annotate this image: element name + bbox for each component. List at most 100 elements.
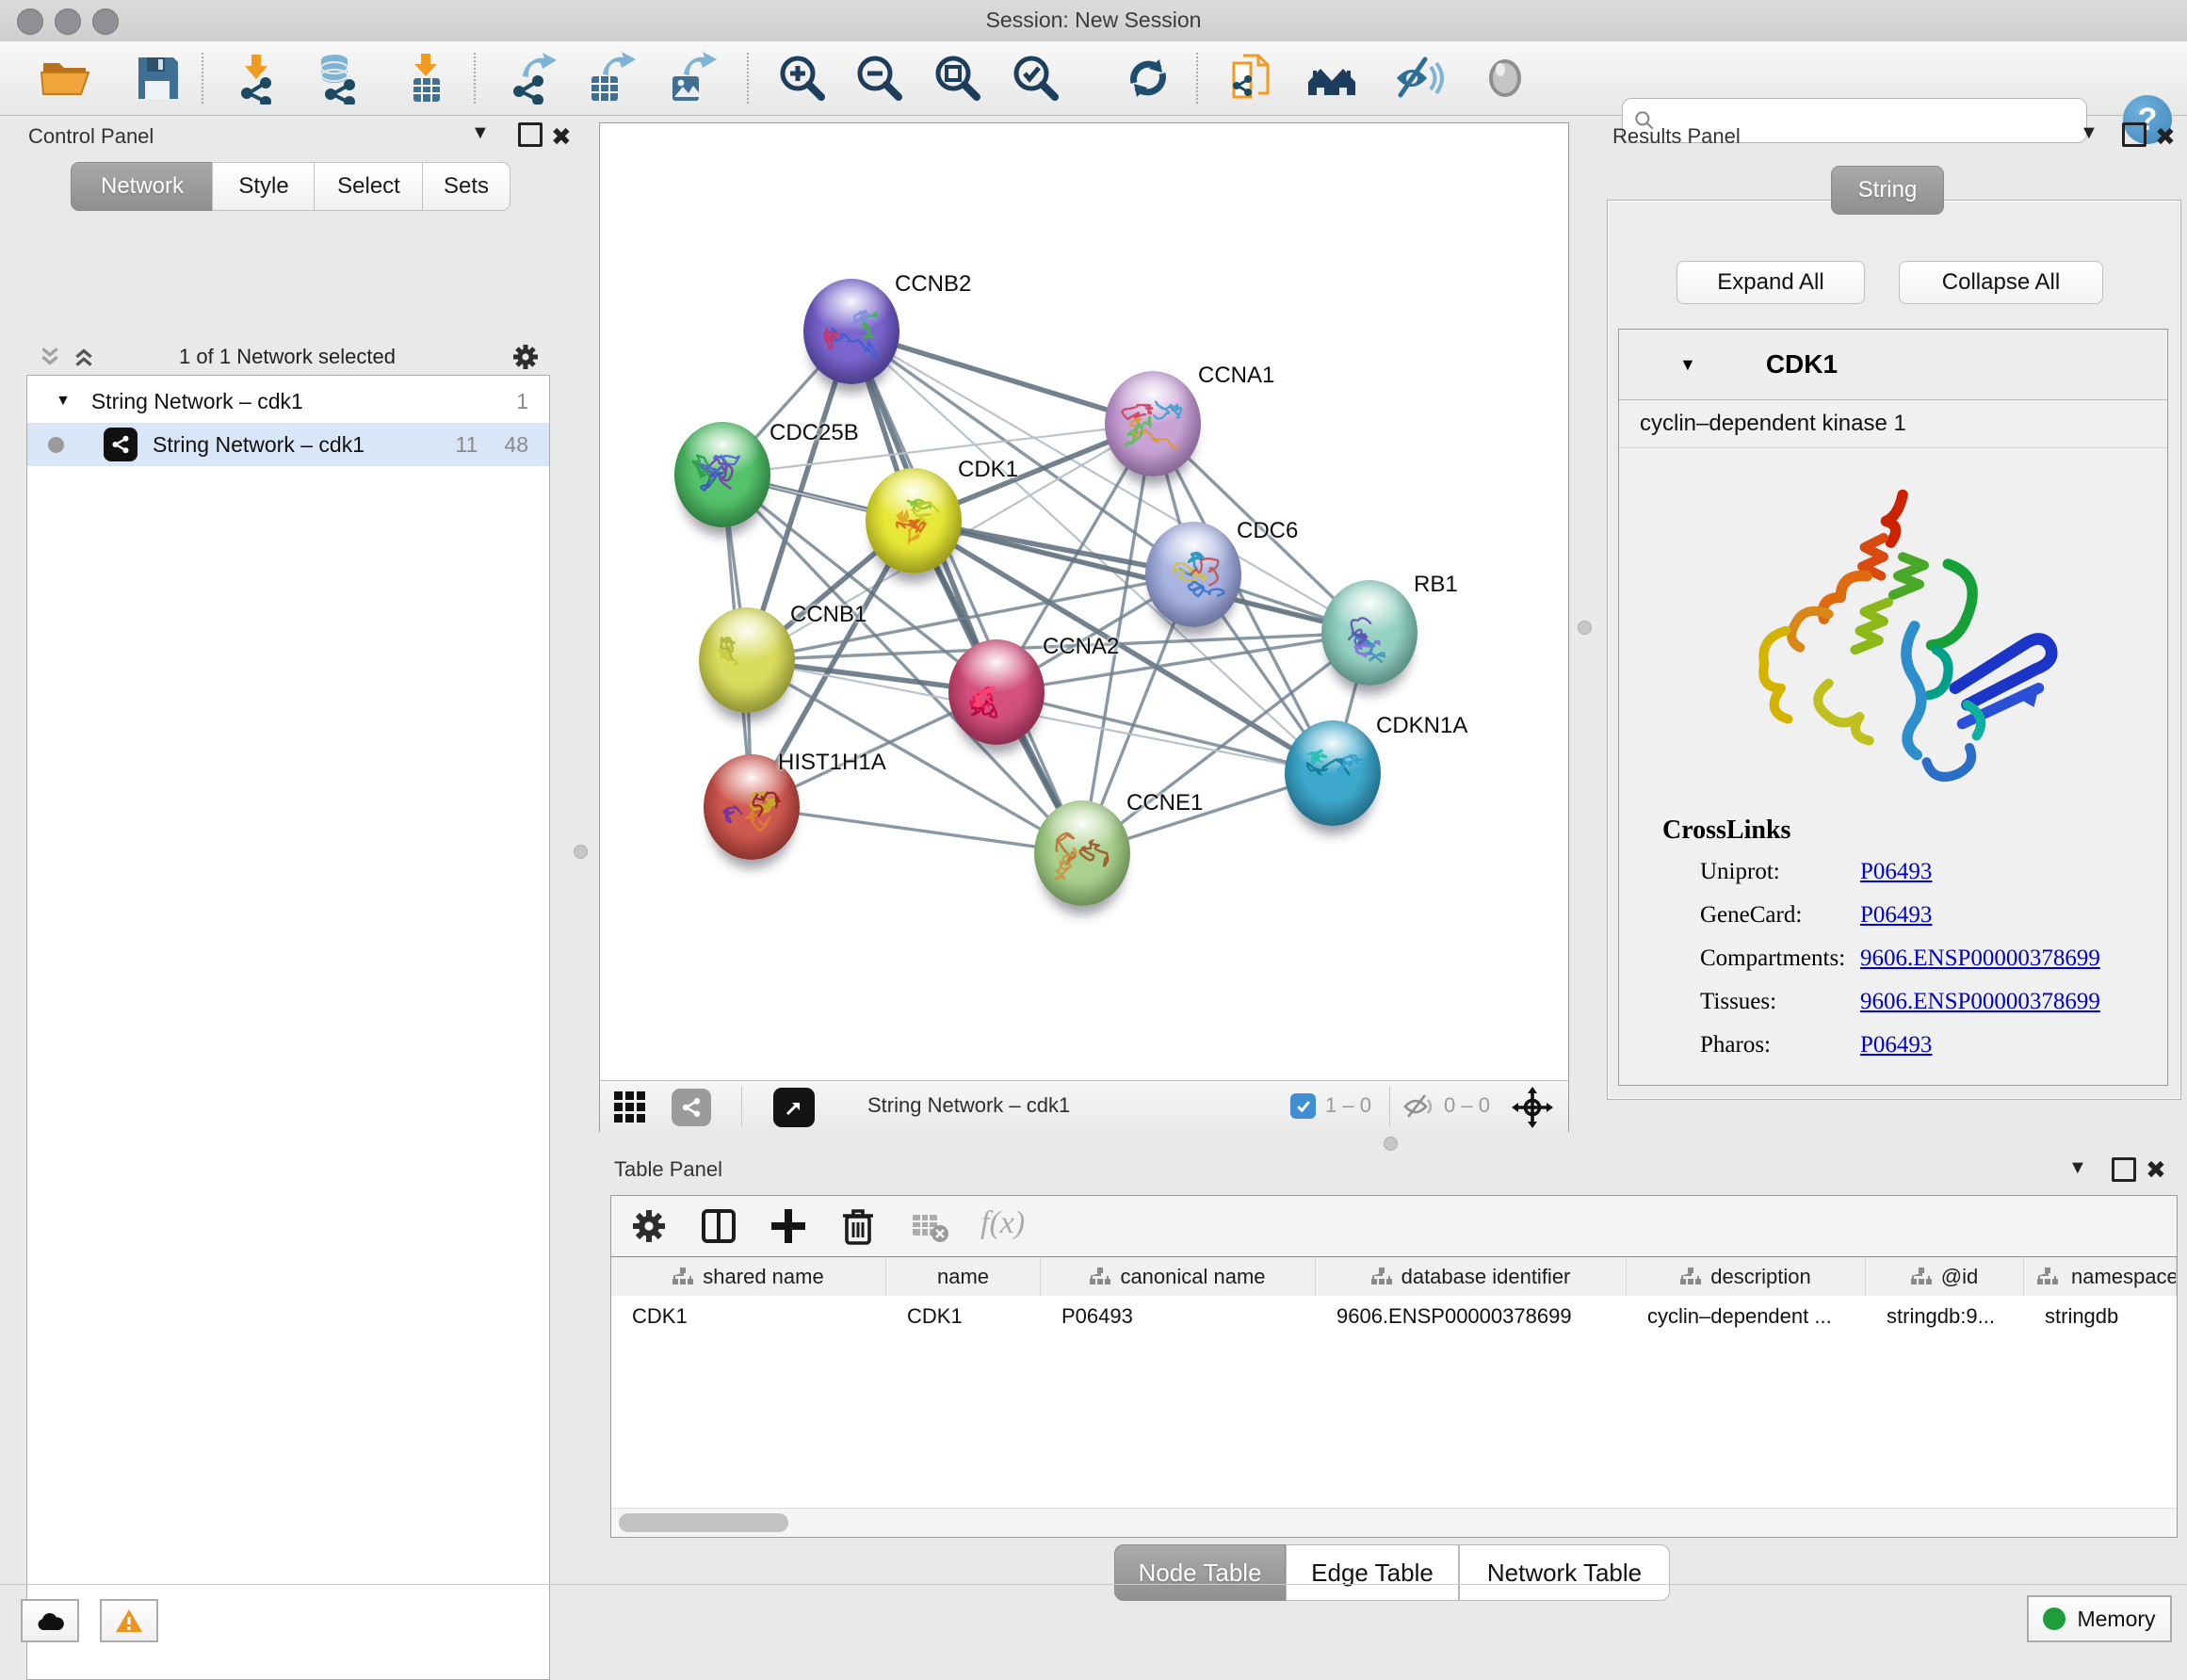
results-panel-float-icon[interactable] [2122,122,2146,153]
hide-graphics-details-icon[interactable] [1391,52,1444,105]
crosslink-value-link[interactable]: P06493 [1860,859,1932,885]
cell-id[interactable]: stringdb:9... [1866,1296,2024,1337]
export-image-icon[interactable] [665,52,718,105]
network-node-CCNB2[interactable] [803,279,899,384]
network-node-CCNA1[interactable] [1105,371,1201,477]
tab-network-table[interactable]: Network Table [1459,1544,1670,1601]
table-horizontal-scrollbar[interactable] [611,1508,2177,1537]
tree-expander-icon[interactable]: ▼ [56,393,71,410]
node-count: 11 [456,432,478,458]
crosslink-value-link[interactable]: 9606.ENSP00000378699 [1860,945,2100,972]
column-header-name[interactable]: name [886,1257,1041,1297]
column-header-id[interactable]: @id [1866,1257,2024,1297]
grid-view-icon[interactable] [613,1090,647,1124]
cell-namespace[interactable]: stringdb [2024,1296,2177,1337]
fit-content-crosshair-icon[interactable] [1512,1087,1553,1128]
birdseye-view-icon[interactable] [672,1089,711,1126]
open-session-icon[interactable] [39,52,91,105]
cell-name[interactable]: CDK1 [886,1296,1041,1337]
right-splitter-handle[interactable] [1578,621,1592,635]
zoom-in-icon[interactable] [775,52,828,105]
tab-node-table[interactable]: Node Table [1114,1544,1286,1601]
bottom-splitter-handle[interactable] [1384,1137,1398,1151]
cloud-status-button[interactable] [21,1599,79,1642]
network-canvas[interactable]: CCNB2CCNA1CDC25BCDK1CDC6RB1CCNB1CCNA2CDK… [600,123,1568,1080]
zoom-fit-icon[interactable] [931,52,983,105]
crosslink-value-link[interactable]: P06493 [1860,1032,1932,1058]
table-panel-menu-icon[interactable]: ▼ [2068,1157,2087,1179]
column-header-description[interactable]: description [1627,1257,1866,1297]
network-node-RB1[interactable] [1321,580,1418,686]
main-toolbar: ? [0,41,2187,116]
column-header-database-identifier[interactable]: database identifier [1316,1257,1627,1297]
network-node-CCNB1[interactable] [699,607,795,713]
gene-card-header[interactable]: ▼ CDK1 [1619,330,2167,400]
automation-houses-icon[interactable] [1305,52,1358,105]
tab-edge-table[interactable]: Edge Table [1286,1544,1459,1601]
tab-network[interactable]: Network [71,162,214,211]
save-session-icon[interactable] [131,52,184,105]
open-in-new-window-icon[interactable] [773,1088,815,1127]
show-graphics-details-icon[interactable] [1479,52,1531,105]
export-network-icon[interactable] [506,52,559,105]
results-panel-menu-icon[interactable]: ▼ [2080,122,2098,144]
network-node-CCNE1[interactable] [1034,800,1130,906]
apply-function-icon[interactable]: f(x) [980,1205,1056,1247]
zoom-out-icon[interactable] [852,52,905,105]
network-options-gear-icon[interactable] [510,342,541,372]
refresh-icon[interactable] [1122,52,1174,105]
crosslink-value-link[interactable]: 9606.ENSP00000378699 [1860,989,2100,1015]
import-table-icon[interactable] [400,52,453,105]
warning-status-button[interactable] [100,1599,158,1642]
cell-shared-name[interactable]: CDK1 [611,1296,886,1337]
control-panel-menu-icon[interactable]: ▼ [471,122,490,144]
column-header-canonical-name[interactable]: canonical name [1041,1257,1316,1297]
cell-database-identifier[interactable]: 9606.ENSP00000378699 [1316,1296,1627,1337]
network-nodes: CCNB2CCNA1CDC25BCDK1CDC6RB1CCNB1CCNA2CDK… [600,123,1568,1080]
collapse-all-button[interactable]: Collapse All [1899,261,2103,304]
import-network-icon[interactable] [234,52,286,105]
control-panel-close-icon[interactable]: ✖ [551,122,572,152]
cell-canonical-name[interactable]: P06493 [1041,1296,1316,1337]
table-panel-close-icon[interactable]: ✖ [2146,1155,2166,1185]
network-node-CDK1[interactable] [866,468,962,573]
network-collection-row[interactable]: ▼ String Network – cdk1 1 [27,380,549,423]
selected-checkbox-icon[interactable] [1290,1093,1316,1119]
table-row[interactable]: CDK1 CDK1 P06493 9606.ENSP00000378699 cy… [611,1296,2177,1337]
cell-description[interactable]: cyclin–dependent ... [1627,1296,1866,1337]
column-header-shared-name[interactable]: shared name [611,1257,886,1297]
network-node-CDC25B[interactable] [674,422,770,527]
delete-column-trash-icon[interactable] [837,1205,879,1247]
network-node-CCNA2[interactable] [948,639,1045,745]
network-node-CDKN1A[interactable] [1285,720,1381,826]
add-column-icon[interactable] [768,1205,809,1247]
memory-label: Memory [2077,1607,2155,1632]
selection-summary: 1 of 1 Network selected [26,345,548,369]
toggle-columns-icon[interactable] [698,1205,739,1247]
tab-style[interactable]: Style [212,162,316,211]
gene-collapse-icon[interactable]: ▼ [1679,355,1696,375]
control-panel-float-icon[interactable] [518,122,543,153]
tab-sets[interactable]: Sets [422,162,510,211]
column-header-namespace[interactable]: namespace [2024,1257,2177,1297]
network-row-selected[interactable]: String Network – cdk1 11 48 [27,423,549,466]
tab-string[interactable]: String [1831,166,1944,215]
export-table-icon[interactable] [584,52,637,105]
tab-select[interactable]: Select [314,162,424,211]
node-label: HIST1H1A [778,750,886,776]
copy-to-clipboard-icon[interactable] [1224,52,1277,105]
network-node-CDC6[interactable] [1145,522,1241,627]
table-settings-gear-icon[interactable] [628,1205,670,1247]
import-database-icon[interactable] [312,52,364,105]
scrollbar-thumb[interactable] [619,1513,788,1532]
left-splitter-handle[interactable] [574,845,588,859]
crosslink-value-link[interactable]: P06493 [1860,902,1932,929]
clear-table-icon[interactable] [909,1205,950,1247]
protein-scribble-icon [1116,386,1190,462]
results-panel-close-icon[interactable]: ✖ [2155,122,2176,152]
table-panel-float-icon[interactable] [2112,1157,2136,1187]
expand-all-button[interactable]: Expand All [1677,261,1865,304]
zoom-selected-icon[interactable] [1009,52,1061,105]
hidden-eye-icon[interactable] [1402,1092,1434,1121]
memory-button[interactable]: Memory [2027,1595,2172,1642]
